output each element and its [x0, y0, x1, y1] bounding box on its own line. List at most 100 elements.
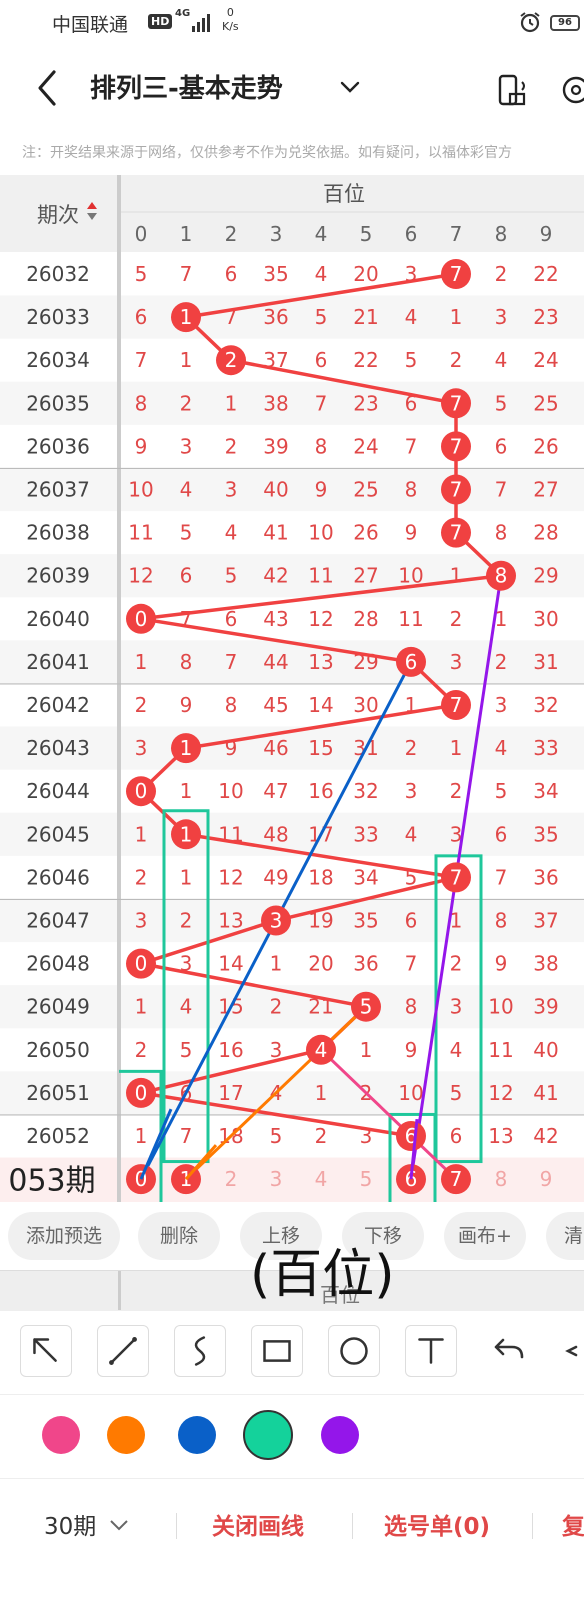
miss-count: 35 — [353, 909, 378, 933]
miss-count: 2 — [450, 607, 463, 631]
miss-count: 10 — [308, 521, 333, 545]
miss-count: 3 — [135, 736, 148, 760]
miss-count: 6 — [315, 348, 328, 372]
miss-count: 22 — [353, 348, 378, 372]
chevron-down-icon[interactable] — [108, 1515, 130, 1535]
signal-icon — [192, 14, 210, 32]
curve-tool-icon[interactable] — [174, 1325, 226, 1377]
miss-count: 1 — [180, 348, 193, 372]
miss-count: 6 — [225, 262, 238, 286]
miss-count: 47 — [263, 779, 288, 803]
miss-count: 32 — [353, 779, 378, 803]
miss-count: 5 — [180, 521, 193, 545]
miss-count: 12 — [218, 865, 243, 889]
disclaimer-notice: 注：开奖结果来源于网络，仅供参考不作为兑奖依据。如有疑问，以福体彩官方 — [22, 145, 512, 161]
selection-list-button[interactable]: 选号单(0) — [384, 1507, 490, 1541]
miss-count: 9 — [135, 434, 148, 458]
miss-count: 2 — [450, 952, 463, 976]
text-tool-icon[interactable] — [405, 1325, 457, 1377]
add-preselect-button[interactable]: 添加预选 — [8, 1212, 120, 1260]
close-drawing-button[interactable]: 关闭画线 — [212, 1507, 304, 1541]
hit-ball-number: 7 — [450, 693, 463, 717]
line-tool-icon[interactable] — [97, 1325, 149, 1377]
miss-count: 20 — [353, 262, 378, 286]
net-speed-unit: K/s — [222, 20, 239, 33]
preselect-digit-5: 5 — [360, 1167, 373, 1191]
hit-ball-number: 7 — [450, 262, 463, 286]
miss-count: 3 — [135, 909, 148, 933]
miss-count: 4 — [495, 348, 508, 372]
miss-count: 3 — [450, 995, 463, 1019]
canvas-plus-button[interactable]: 画布+ — [444, 1212, 526, 1260]
subheader-divider — [118, 1271, 121, 1311]
settings-icon[interactable] — [560, 72, 584, 108]
miss-count: 24 — [353, 434, 378, 458]
miss-count: 1 — [450, 736, 463, 760]
redo-icon[interactable] — [556, 1325, 584, 1377]
delete-button[interactable]: 删除 — [138, 1212, 220, 1260]
miss-count: 31 — [533, 650, 558, 674]
back-icon[interactable] — [32, 68, 62, 108]
miss-count: 2 — [180, 391, 193, 415]
digit-header-1: 1 — [180, 222, 193, 246]
undo-icon[interactable] — [482, 1325, 534, 1377]
hit-ball-number: 8 — [495, 564, 508, 588]
period-label: 26043 — [26, 736, 90, 760]
miss-count: 5 — [495, 779, 508, 803]
miss-count: 44 — [263, 650, 288, 674]
miss-count: 4 — [180, 478, 193, 502]
chevron-down-icon[interactable] — [338, 75, 362, 99]
period-label: 26048 — [26, 952, 90, 976]
hit-ball-number: 7 — [450, 521, 463, 545]
period-label: 26033 — [26, 305, 90, 329]
miss-count: 5 — [270, 1124, 283, 1148]
miss-count: 6 — [180, 564, 193, 588]
color-swatch[interactable] — [107, 1416, 145, 1454]
miss-count: 13 — [218, 909, 243, 933]
net-speed: 0 K/s — [222, 6, 239, 34]
miss-count: 1 — [135, 822, 148, 846]
hit-ball-number: 1 — [180, 736, 193, 760]
miss-count: 26 — [353, 521, 378, 545]
miss-count: 9 — [405, 521, 418, 545]
miss-count: 28 — [353, 607, 378, 631]
miss-count: 14 — [218, 952, 243, 976]
miss-count: 12 — [128, 564, 153, 588]
arrow-tool-icon[interactable] — [20, 1325, 72, 1377]
color-swatch[interactable] — [178, 1416, 216, 1454]
miss-count: 21 — [353, 305, 378, 329]
period-count-select[interactable]: 30期 — [44, 1507, 96, 1541]
circle-tool-icon[interactable] — [328, 1325, 380, 1377]
miss-count: 7 — [315, 391, 328, 415]
rotate-screen-icon[interactable] — [494, 72, 530, 108]
miss-count: 10 — [218, 779, 243, 803]
more-button[interactable]: 复 — [562, 1507, 584, 1541]
color-swatch[interactable] — [243, 1410, 293, 1460]
miss-count: 2 — [495, 650, 508, 674]
digit-header-6: 6 — [405, 222, 418, 246]
miss-count: 36 — [353, 952, 378, 976]
miss-count: 11 — [308, 564, 333, 588]
miss-count: 12 — [308, 607, 333, 631]
miss-count: 2 — [135, 693, 148, 717]
miss-count: 1 — [180, 779, 193, 803]
miss-count: 11 — [128, 521, 153, 545]
period-label: 26044 — [26, 779, 90, 803]
drawing-toolbar — [0, 1310, 584, 1394]
clear-button[interactable]: 清 — [546, 1212, 584, 1260]
color-swatch[interactable] — [42, 1416, 80, 1454]
period-label: 26040 — [26, 607, 90, 631]
battery-indicator: 96 — [550, 15, 580, 31]
miss-count: 16 — [308, 779, 333, 803]
miss-count: 41 — [533, 1081, 558, 1105]
page-title[interactable]: 排列三-基本走势 — [90, 68, 283, 105]
miss-count: 36 — [263, 305, 288, 329]
rectangle-tool-icon[interactable] — [251, 1325, 303, 1377]
miss-count: 40 — [533, 1038, 558, 1062]
hit-ball-number: 7 — [450, 865, 463, 889]
miss-count: 6 — [495, 822, 508, 846]
miss-count: 15 — [308, 736, 333, 760]
color-swatch[interactable] — [321, 1416, 359, 1454]
period-label: 26045 — [26, 822, 90, 846]
miss-count: 10 — [398, 1081, 423, 1105]
